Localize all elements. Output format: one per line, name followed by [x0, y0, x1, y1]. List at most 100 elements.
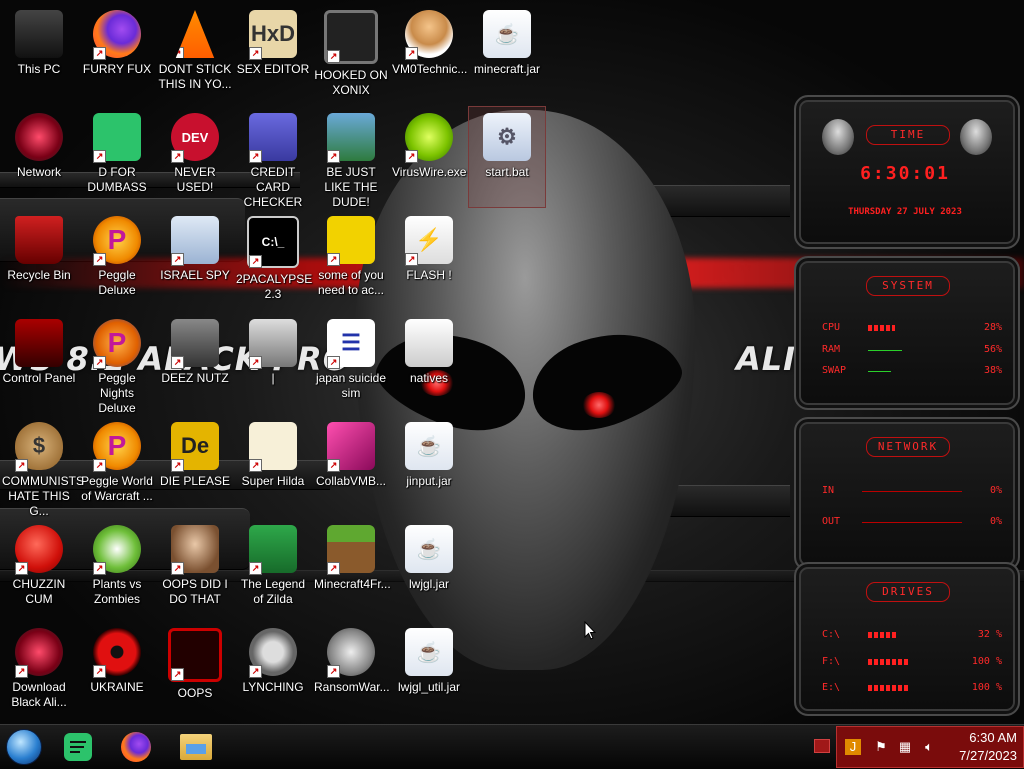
desktop-icon-never-used[interactable]: DEV ↗ NEVER USED!	[157, 107, 233, 207]
action-center-flag-icon[interactable]: ⚑	[873, 739, 889, 755]
taskbar-file-explorer-button[interactable]	[176, 729, 216, 765]
desktop-icon-this-pc[interactable]: This PC	[1, 4, 77, 104]
desktop-icon-the-legend-of-zilda[interactable]: ↗ The Legend of Zilda	[235, 519, 311, 619]
desktop-icon-label: VM0Technic...	[392, 62, 468, 76]
gadget-network[interactable]: NETWORK IN 0% OUT 0%	[794, 417, 1020, 571]
desktop-icon-collabvmb[interactable]: ↗ CollabVMB...	[313, 416, 389, 516]
desktop-icon-furry-fux[interactable]: ↗ FURRY FUX	[79, 4, 155, 104]
desktop-icon-label: Plants vs Zombies	[92, 577, 142, 606]
desktop-icon-label: OOPS DID I DO THAT	[162, 577, 228, 606]
eye-glow-right	[582, 392, 616, 418]
gadget-network-row: OUT 0%	[822, 516, 1002, 530]
desktop-icon-vm0technic[interactable]: ↗ VM0Technic...	[391, 4, 467, 104]
desktop-icon-israel-spy[interactable]: ↗ ISRAEL SPY	[157, 210, 233, 310]
taskbar-firefox-button[interactable]	[116, 729, 156, 765]
shortcut-arrow-icon: ↗	[15, 562, 28, 575]
shortcut-arrow-icon: ↗	[249, 459, 262, 472]
desktop-icon-lynching[interactable]: ↗ LYNCHING	[235, 622, 311, 722]
desktop-icon-minecraft4fr[interactable]: ↗ Minecraft4Fr...	[313, 519, 391, 619]
shortcut-arrow-icon: ↗	[249, 665, 262, 678]
spotify-icon	[64, 733, 92, 761]
desktop-icon-die-please[interactable]: De ↗ DIE PLEASE	[157, 416, 233, 516]
java-update-icon[interactable]: J	[845, 739, 861, 755]
desktop-icon-hooked-on-xonix[interactable]: ↗ HOOKED ON XONIX	[313, 4, 389, 104]
desktop-icon-label: ISRAEL SPY	[160, 268, 230, 282]
desktop-icon-communists-hate-this-g[interactable]: $ ↗ COMMUNISTS HATE THIS G...	[1, 416, 84, 518]
desktop-icon-be-just-like-the-dude[interactable]: ↗ BE JUST LIKE THE DUDE!	[313, 107, 389, 209]
show-hidden-icon[interactable]	[814, 739, 830, 753]
desktop-icon-oops-did-i-do-that[interactable]: ↗ OOPS DID I DO THAT	[157, 519, 233, 619]
taskbar-clock[interactable]: 6:30 AM 7/27/2023	[959, 729, 1017, 765]
desktop-icon-control-panel[interactable]: Control Panel	[1, 313, 77, 413]
desktop-icon-credit-card-checker[interactable]: ↗ CREDIT CARD CHECKER	[235, 107, 311, 209]
gadget-row-name: RAM	[822, 344, 841, 355]
elf-icon: ↗	[327, 113, 375, 163]
file-icon: ↗	[249, 319, 297, 369]
desktop-icon-recycle-bin[interactable]: Recycle Bin	[1, 210, 77, 310]
gadget-time[interactable]: TIME 6:30:01 THURSDAY 27 JULY 2023	[794, 95, 1020, 249]
gadget-row-name: E:\	[822, 682, 841, 693]
desktop-icon-minecraft-jar[interactable]: ☕ minecraft.jar	[469, 4, 545, 104]
desktop-icon-label: natives	[409, 371, 449, 385]
network-icon[interactable]: ▦	[897, 739, 913, 755]
desktop-icon-dont-stick-this-in-yo[interactable]: ↗ DONT STICK THIS IN YO...	[157, 4, 233, 104]
desktop-icon-some-of-you-need-to-ac[interactable]: ↗ some of you need to ac...	[313, 210, 389, 310]
gadget-drives[interactable]: DRIVES C:\ 32 % F:\ 100 % E:\ 100 %	[794, 562, 1020, 716]
zelda-icon: ↗	[249, 525, 297, 575]
desktop-icon-lwjgl-util-jar[interactable]: ☕ lwjgl_util.jar	[391, 622, 467, 722]
shortcut-arrow-icon: ↗	[405, 253, 418, 266]
desktop-icon-oops[interactable]: ↗ OOPS	[157, 622, 233, 722]
desktop-icon-2pacalypse-2-3[interactable]: C:\_ ↗ 2PACALYPSE 2.3	[235, 210, 312, 310]
document-icon: ☰ ↗	[327, 319, 375, 369]
desktop-icon-peggle-deluxe[interactable]: P ↗ Peggle Deluxe	[79, 210, 155, 310]
gadget-system[interactable]: SYSTEM CPU 28% RAM 56% SWAP 38%	[794, 256, 1020, 410]
desktop-icon-ransomwar[interactable]: ↗ RansomWar...	[313, 622, 390, 722]
gadget-level-bar	[868, 371, 891, 372]
terminal-icon: C:\_ ↗	[247, 216, 299, 268]
volume-icon[interactable]: 🔈︎	[921, 739, 937, 755]
desktop-icon-label: |	[271, 371, 275, 385]
desktop-icon-natives[interactable]: natives	[391, 313, 467, 413]
desktop-icon-lwjgl-jar[interactable]: ☕ lwjgl.jar	[391, 519, 467, 619]
desktop-icon-label: Peggle Nights Deluxe	[98, 371, 136, 415]
desktop-icon-peggle-world-of-warcraft[interactable]: P ↗ Peggle World of Warcraft ...	[79, 416, 155, 516]
gadget-network-row: IN 0%	[822, 485, 1002, 499]
credit-card-icon: ↗	[249, 113, 297, 163]
gadget-date: THURSDAY 27 JULY 2023	[848, 207, 962, 217]
hxd-editor-icon: HxD ↗	[249, 10, 297, 60]
start-button[interactable]	[4, 729, 44, 765]
gadget-network-title: NETWORK	[866, 437, 950, 457]
desktop-icon-ukraine[interactable]: ↗ UKRAINE	[79, 622, 155, 722]
desktop-icon-deez-nutz[interactable]: ↗ DEEZ NUTZ	[157, 313, 233, 413]
desktop-icon-japan-suicide-sim[interactable]: ☰ ↗ japan suicide sim	[313, 313, 389, 413]
skull-icon: ↗	[327, 628, 375, 678]
noose-icon: ↗	[249, 628, 297, 678]
desktop-icon-network[interactable]: Network	[1, 107, 77, 207]
desktop-icon-d-for-dumbass[interactable]: ↗ D FOR DUMBASS	[79, 107, 155, 207]
taskbar-spotify-button[interactable]	[58, 729, 98, 765]
shortcut-arrow-icon: ↗	[15, 665, 28, 678]
vm-icon: ↗	[327, 422, 375, 472]
desktop-icon-jinput-jar[interactable]: ☕ jinput.jar	[391, 416, 467, 516]
alien-head-icon	[960, 119, 992, 155]
desktop-icon-super-hilda[interactable]: ↗ Super Hilda	[235, 416, 311, 516]
desktop-icon-label: This PC	[17, 62, 61, 76]
gadget-level-bar	[868, 632, 897, 638]
desktop-icon-viruswire-exe[interactable]: ↗ VirusWire.exe	[391, 107, 467, 207]
desktop-icon-label: Peggle Deluxe	[98, 268, 136, 297]
desktop-icon-peggle-nights-deluxe[interactable]: P ↗ Peggle Nights Deluxe	[79, 313, 155, 415]
desktop-icon-label: DONT STICK THIS IN YO...	[158, 62, 232, 91]
gadget-row-value: 100 %	[971, 656, 1002, 667]
desktop-icon-download-black-ali[interactable]: ↗ Download Black Ali...	[1, 622, 77, 722]
desktop-icon-[interactable]: ↗ |	[235, 313, 311, 413]
desktop-icon-plants-vs-zombies[interactable]: ↗ Plants vs Zombies	[79, 519, 155, 619]
peggle-wow-icon: P ↗	[93, 422, 141, 472]
gadget-system-row: RAM 56%	[822, 344, 1002, 358]
system-tray: J ⚑ ▦ 🔈︎ 6:30 AM 7/27/2023	[836, 726, 1024, 768]
desktop-icon-label: HOOKED ON XONIX	[314, 68, 388, 97]
desktop-icon-start-bat[interactable]: ⚙ start.bat	[468, 106, 546, 208]
desktop-icon-sex-editor[interactable]: HxD ↗ SEX EDITOR	[235, 4, 311, 104]
gadget-row-value: 56%	[983, 344, 1002, 355]
desktop-icon-chuzzin-cum[interactable]: ↗ CHUZZIN CUM	[1, 519, 77, 619]
desktop-icon-flash[interactable]: ⚡ ↗ FLASH !	[391, 210, 467, 310]
